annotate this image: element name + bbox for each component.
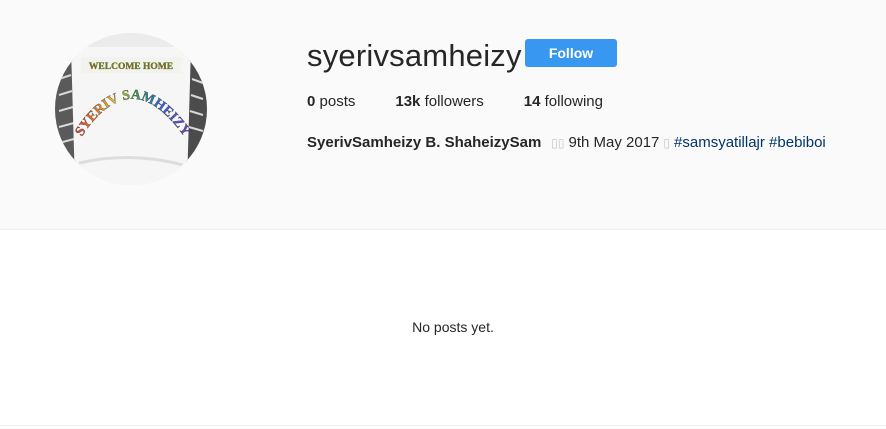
bio-emoji-glyph: ▯ <box>663 136 671 150</box>
followers-stat[interactable]: 13k followers <box>395 93 483 110</box>
divider <box>0 425 886 426</box>
profile-stats: 0 posts 13k followers 14 following <box>307 93 643 110</box>
empty-feed-text: No posts yet. <box>412 319 494 335</box>
profile-header: WELCOME HOME SYERIV SAMHEIZY syerivsamhe… <box>0 0 886 230</box>
follow-button[interactable]: Follow <box>525 39 617 67</box>
posts-label: posts <box>319 93 356 110</box>
following-stat[interactable]: 14 following <box>524 93 603 110</box>
hashtag-link[interactable]: #samsyatillajr <box>674 134 765 151</box>
bio-date: 9th May 2017 <box>568 134 660 151</box>
bio-emoji-glyph: ▯▯ <box>551 136 565 150</box>
avatar-image: WELCOME HOME SYERIV SAMHEIZY <box>55 33 207 185</box>
posts-stat: 0 posts <box>307 93 355 110</box>
following-label: following <box>544 93 603 110</box>
followers-label: followers <box>424 93 484 110</box>
posts-count: 0 <box>307 93 316 110</box>
empty-feed-message: No posts yet. <box>0 319 886 335</box>
profile-username: syerivsamheizy <box>307 38 522 73</box>
followers-count: 13k <box>395 93 421 110</box>
profile-avatar[interactable]: WELCOME HOME SYERIV SAMHEIZY <box>55 33 207 185</box>
avatar-banner-text: WELCOME HOME <box>89 62 173 72</box>
profile-bio: SyerivSamheizy B. ShaheizySam ▯▯ 9th May 2… <box>307 134 826 151</box>
profile-full-name: SyerivSamheizy B. ShaheizySam <box>307 134 542 151</box>
hashtag-link[interactable]: #bebiboi <box>769 134 826 151</box>
following-count: 14 <box>523 93 541 110</box>
